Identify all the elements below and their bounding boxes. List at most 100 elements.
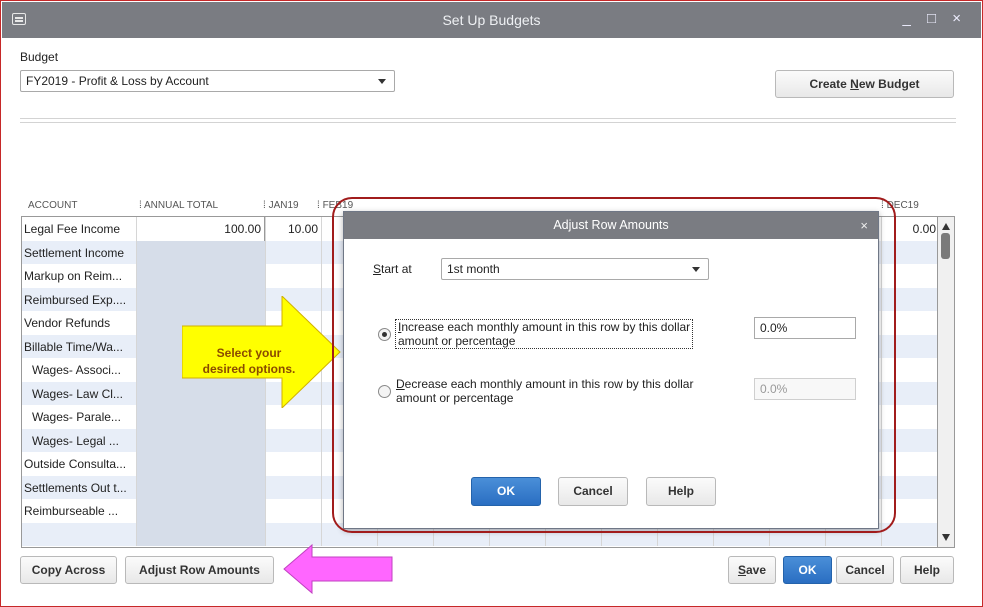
annual-total-cell[interactable] [137, 452, 265, 476]
column-divider [136, 334, 137, 358]
account-name-cell[interactable]: Reimburseable ... [24, 504, 136, 518]
column-divider [321, 499, 322, 523]
column-divider [136, 475, 137, 499]
start-at-value: 1st month [447, 262, 500, 276]
column-divider [881, 358, 882, 382]
column-divider [321, 240, 322, 264]
budget-label: Budget [20, 50, 59, 64]
header-annual-total: ⁞ ANNUAL TOTAL [139, 200, 219, 211]
dialog-help-button[interactable]: Help [646, 477, 716, 506]
column-divider [321, 475, 322, 499]
column-divider [881, 264, 882, 288]
annual-total-cell[interactable] [137, 428, 265, 452]
account-name-cell[interactable]: Vendor Refunds [24, 316, 136, 330]
column-divider [265, 522, 266, 546]
header-dec19: ⁞ DEC19 [881, 200, 919, 211]
column-divider [265, 499, 266, 523]
scroll-up-icon[interactable] [942, 223, 950, 230]
ok-button[interactable]: OK [783, 556, 832, 584]
account-name-cell[interactable]: Wages- Associ... [32, 363, 144, 377]
increase-radio[interactable] [378, 328, 391, 341]
save-button[interactable]: Save [728, 556, 776, 584]
dialog-ok-button[interactable]: OK [471, 477, 541, 506]
header-feb19: ⁞ FEB19 [317, 200, 354, 211]
set-up-budgets-window: Set Up Budgets _ □ × Budget FY2019 - Pro… [0, 0, 983, 607]
create-new-budget-button[interactable]: Create New Budget [775, 70, 954, 98]
column-divider [136, 405, 137, 429]
annual-total-cell[interactable] [137, 475, 265, 499]
column-divider [265, 452, 266, 476]
account-name-cell[interactable]: Legal Fee Income [24, 222, 136, 236]
grid-scrollbar[interactable] [938, 216, 955, 548]
column-divider [136, 522, 137, 546]
column-divider [321, 405, 322, 429]
column-divider [136, 499, 137, 523]
start-at-select[interactable]: 1st month [441, 258, 709, 280]
column-divider [881, 452, 882, 476]
chevron-down-icon [378, 79, 386, 84]
account-name-cell[interactable]: Reimbursed Exp.... [24, 293, 136, 307]
annual-total-cell[interactable] [137, 499, 265, 523]
column-divider [881, 522, 882, 546]
adjust-row-amounts-button[interactable]: Adjust Row Amounts [125, 556, 274, 584]
column-divider [136, 217, 137, 241]
account-name-cell[interactable]: Settlements Out t... [24, 481, 136, 495]
column-divider [265, 405, 266, 429]
dec-value[interactable]: 0.00 [882, 222, 936, 236]
column-divider [881, 287, 882, 311]
dialog-cancel-button[interactable]: Cancel [558, 477, 628, 506]
dialog-title: Adjust Row Amounts [553, 218, 669, 232]
column-divider [321, 217, 322, 241]
account-name-cell[interactable]: Markup on Reim... [24, 269, 136, 283]
annual-total-cell[interactable] [137, 240, 265, 264]
header-account: ACCOUNT [28, 200, 78, 211]
decrease-option-label[interactable]: Decrease each monthly amount in this row… [396, 377, 693, 405]
help-button[interactable]: Help [900, 556, 954, 584]
column-divider [881, 334, 882, 358]
column-divider [265, 240, 266, 264]
account-name-cell[interactable]: Wages- Legal ... [32, 434, 144, 448]
annual-total-cell[interactable] [137, 264, 265, 288]
account-name-cell[interactable]: Wages- Law Cl... [32, 387, 144, 401]
column-divider [881, 405, 882, 429]
column-divider [265, 264, 266, 288]
callout-text: Select your desired options. [202, 346, 296, 376]
column-divider [265, 428, 266, 452]
window-title: Set Up Budgets [442, 12, 541, 28]
account-name-cell[interactable]: Wages- Parale... [32, 410, 144, 424]
column-divider [136, 428, 137, 452]
increase-amount-field[interactable]: 0.0% [754, 317, 856, 339]
account-name-cell[interactable]: Billable Time/Wa... [24, 340, 136, 354]
decrease-radio[interactable] [378, 385, 391, 398]
column-divider [136, 452, 137, 476]
copy-across-button[interactable]: Copy Across [20, 556, 117, 584]
column-divider [321, 264, 322, 288]
column-divider [881, 499, 882, 523]
annual-total-value[interactable]: 100.00 [142, 222, 261, 236]
annual-total-cell[interactable] [137, 405, 265, 429]
column-divider [136, 240, 137, 264]
column-divider [136, 311, 137, 335]
close-icon[interactable]: × [860, 212, 868, 239]
column-divider [136, 264, 137, 288]
scroll-thumb[interactable] [941, 233, 950, 259]
column-divider [881, 475, 882, 499]
header-jan19: ⁞ JAN19 [263, 200, 299, 211]
budget-select[interactable]: FY2019 - Profit & Loss by Account [20, 70, 395, 92]
column-divider [881, 240, 882, 264]
decrease-amount-field[interactable]: 0.0% [754, 378, 856, 400]
account-name-cell[interactable]: Settlement Income [24, 246, 136, 260]
annual-total-cell[interactable] [137, 522, 265, 546]
increase-option-label[interactable]: Increase each monthly amount in this row… [395, 319, 694, 349]
adjust-row-amounts-dialog: Adjust Row Amounts × Start at 1st month … [343, 211, 879, 529]
cancel-button[interactable]: Cancel [836, 556, 894, 584]
scroll-down-icon[interactable] [942, 534, 950, 541]
title-bar: Set Up Budgets _ □ × [2, 2, 981, 38]
account-name-cell[interactable]: Outside Consulta... [24, 457, 136, 471]
column-divider [136, 287, 137, 311]
column-divider [321, 452, 322, 476]
column-divider [881, 381, 882, 405]
jan-value[interactable]: 10.00 [266, 222, 318, 236]
start-at-label: Start at [373, 262, 412, 276]
window-controls[interactable]: _ □ × [903, 10, 968, 27]
